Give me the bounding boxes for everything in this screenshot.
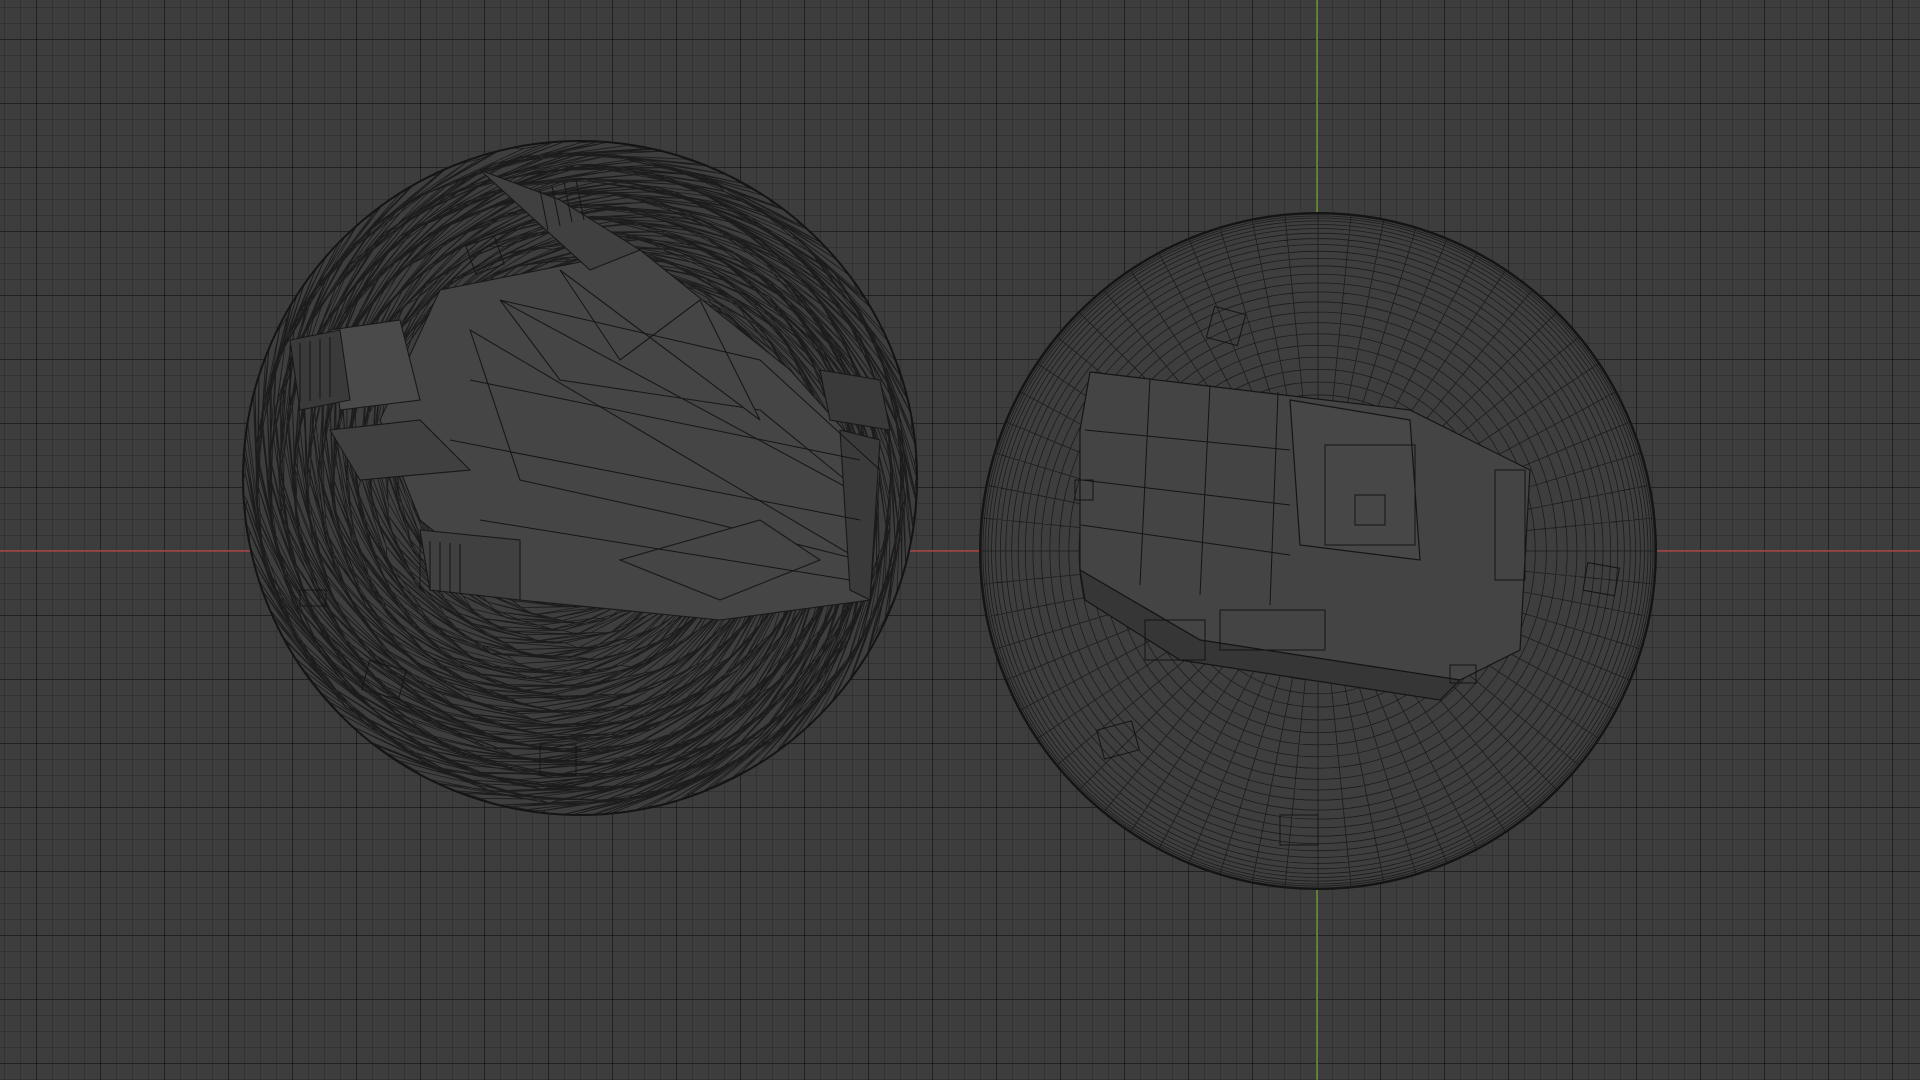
viewport-scene <box>0 0 1920 1080</box>
uv-sphere-object[interactable] <box>979 212 1657 890</box>
icosphere-object[interactable] <box>240 140 918 818</box>
3d-viewport[interactable] <box>0 0 1920 1080</box>
